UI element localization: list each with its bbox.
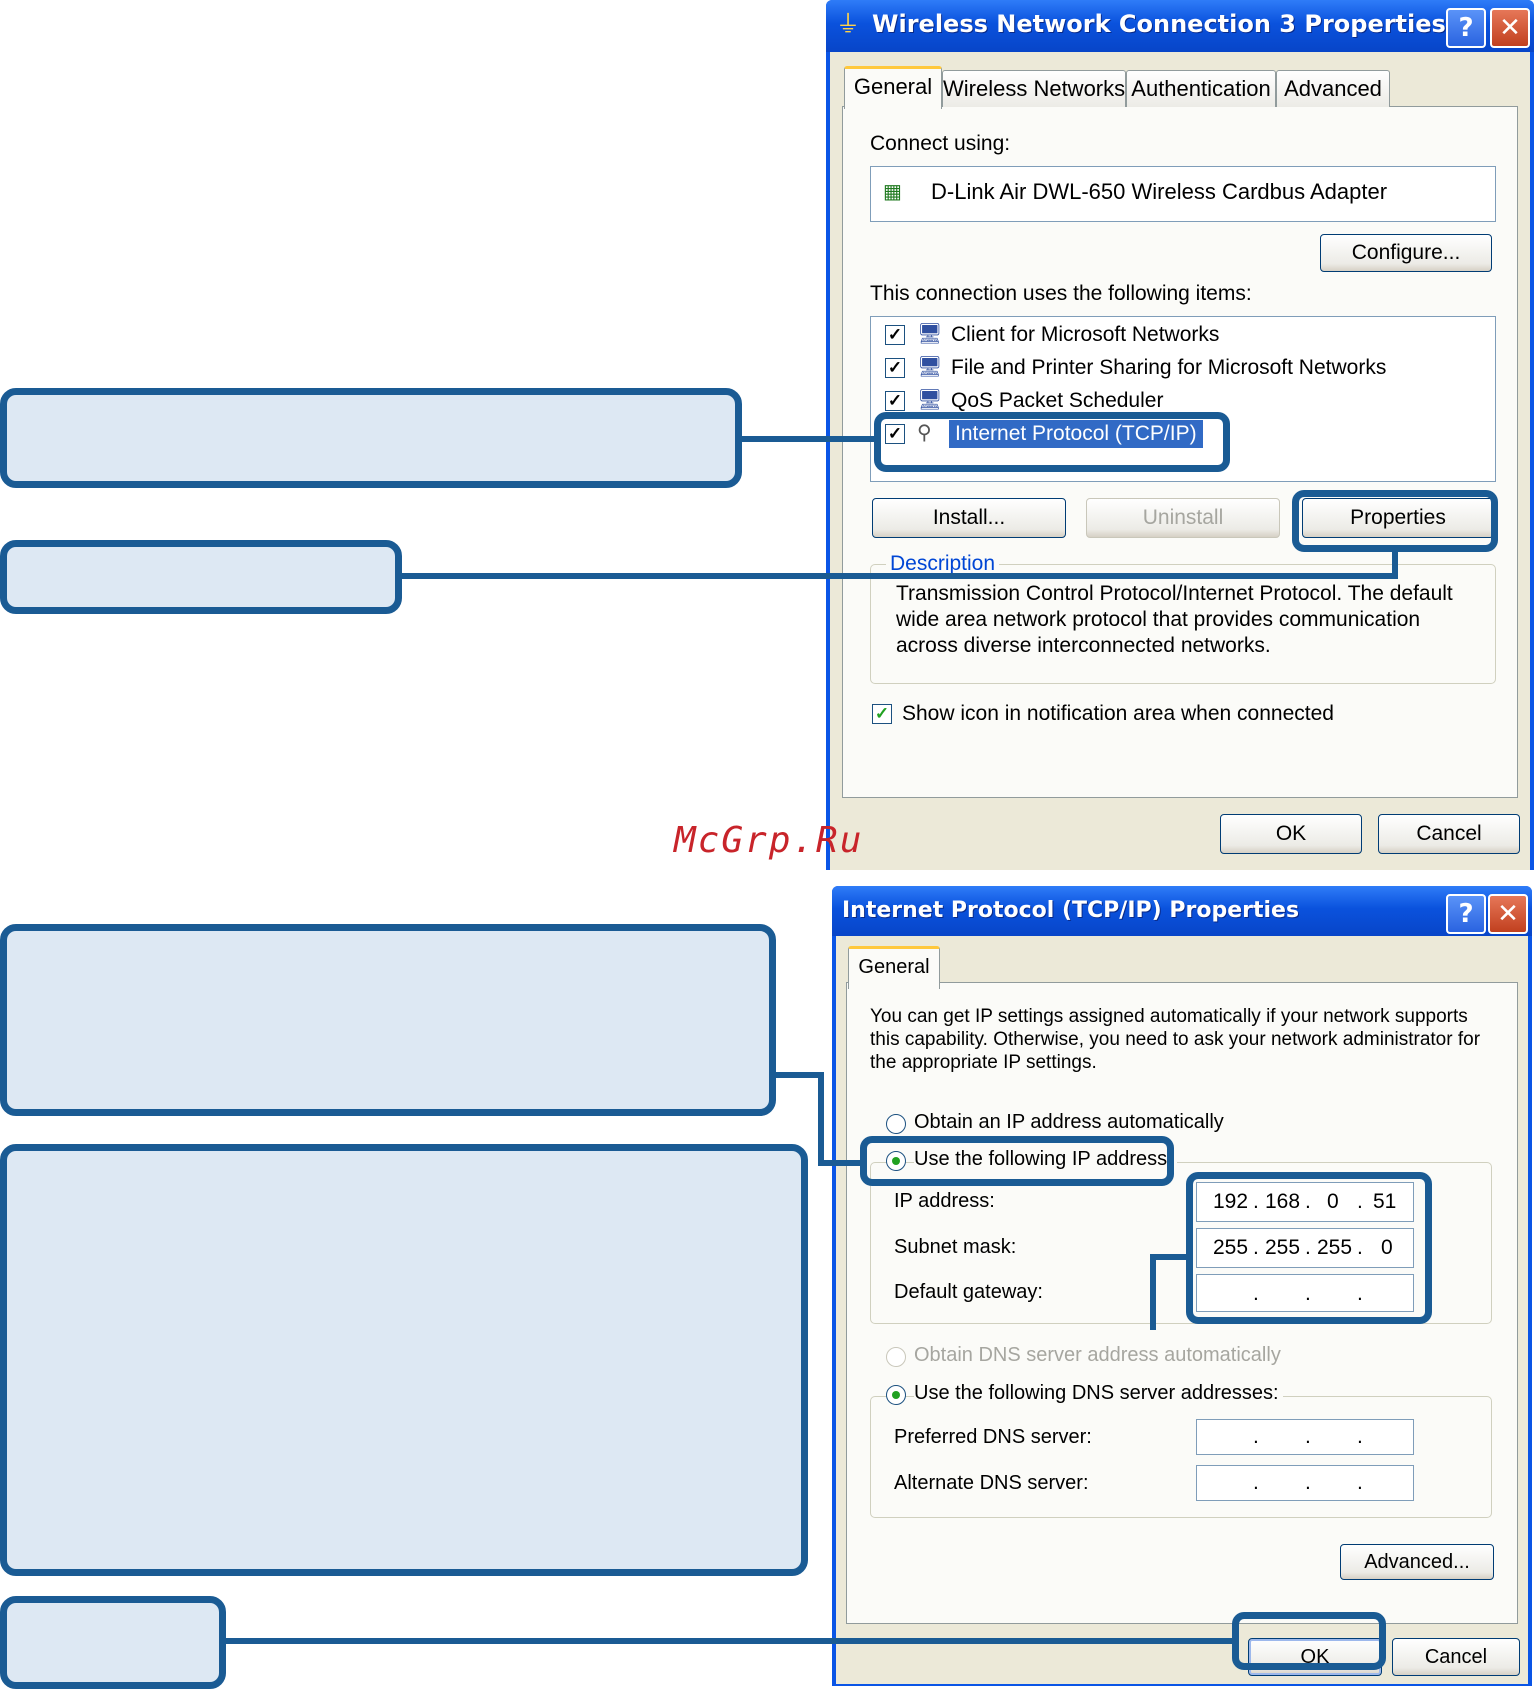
- list-item[interactable]: Client for Microsoft Networks: [951, 323, 1219, 347]
- show-icon-label: Show icon in notification area when conn…: [902, 702, 1334, 725]
- item-checkbox[interactable]: ✓: [885, 391, 905, 411]
- cancel-button[interactable]: Cancel: [1392, 1638, 1520, 1676]
- callout-box-ip-fields: [0, 1144, 808, 1576]
- connect-using-label: Connect using:: [870, 132, 1011, 155]
- client-network-icon: 🖥: [917, 323, 943, 345]
- callout-connector: [740, 436, 880, 442]
- network-connection-icon: ⏚: [836, 11, 860, 38]
- help-button[interactable]: ?: [1446, 894, 1486, 934]
- watermark: McGrp.Ru: [674, 820, 864, 861]
- callout-connector: [1150, 1254, 1156, 1330]
- use-following-dns-label: Use the following DNS server addresses:: [914, 1382, 1283, 1405]
- intro-text-line: You can get IP settings assigned automat…: [870, 1006, 1468, 1027]
- list-item[interactable]: QoS Packet Scheduler: [951, 389, 1163, 413]
- use-following-dns-radio[interactable]: [886, 1385, 906, 1405]
- uninstall-button: Uninstall: [1086, 498, 1280, 538]
- ok-button[interactable]: OK: [1220, 814, 1362, 854]
- callout-box-use-ip: [0, 924, 776, 1116]
- item-checkbox[interactable]: ✓: [885, 325, 905, 345]
- items-label: This connection uses the following items…: [870, 282, 1252, 305]
- close-button[interactable]: ✕: [1488, 894, 1528, 934]
- dialog-title: Wireless Network Connection 3 Properties: [872, 10, 1446, 38]
- obtain-ip-auto-radio[interactable]: [886, 1114, 906, 1134]
- file-sharing-icon: 🖥: [917, 356, 943, 378]
- subnet-mask-label: Subnet mask:: [894, 1236, 1017, 1258]
- highlight-ip-fields: [1186, 1172, 1432, 1324]
- network-adapter-icon: ▦: [883, 181, 902, 203]
- obtain-dns-auto-radio: [886, 1347, 906, 1367]
- callout-connector: [400, 573, 1398, 579]
- callout-connector: [1150, 1254, 1190, 1260]
- highlight-ok-button: [1232, 1612, 1386, 1670]
- help-button[interactable]: ?: [1446, 8, 1486, 48]
- callout-box-tcpip: [0, 388, 742, 488]
- ip-dot: .: [1357, 1471, 1363, 1494]
- description-text-line: Transmission Control Protocol/Internet P…: [896, 582, 1453, 605]
- tab-authentication[interactable]: Authentication: [1126, 70, 1276, 107]
- tab-wireless-networks[interactable]: Wireless Networks: [942, 70, 1126, 107]
- alternate-dns-label: Alternate DNS server:: [894, 1472, 1089, 1494]
- adapter-name: D-Link Air DWL-650 Wireless Cardbus Adap…: [931, 179, 1388, 204]
- intro-text-line: the appropriate IP settings.: [870, 1052, 1097, 1073]
- description-text-line: across diverse interconnected networks.: [896, 634, 1271, 657]
- callout-box-ok: [0, 1596, 226, 1689]
- dialog-title: Internet Protocol (TCP/IP) Properties: [842, 898, 1300, 923]
- configure-button[interactable]: Configure...: [1320, 234, 1492, 272]
- default-gateway-label: Default gateway:: [894, 1281, 1043, 1303]
- item-checkbox[interactable]: ✓: [885, 358, 905, 378]
- qos-scheduler-icon: 🖥: [917, 389, 943, 411]
- preferred-dns-field[interactable]: . . .: [1196, 1419, 1414, 1455]
- list-item[interactable]: File and Printer Sharing for Microsoft N…: [951, 356, 1386, 380]
- advanced-button[interactable]: Advanced...: [1340, 1544, 1494, 1580]
- callout-connector: [818, 1072, 824, 1166]
- callout-connector: [774, 1072, 824, 1078]
- highlight-use-ip-radio: [860, 1136, 1174, 1186]
- callout-connector: [224, 1638, 1236, 1644]
- preferred-dns-label: Preferred DNS server:: [894, 1426, 1092, 1448]
- callout-connector: [1392, 550, 1398, 579]
- close-button[interactable]: ✕: [1490, 8, 1530, 48]
- ip-address-label: IP address:: [894, 1190, 995, 1212]
- tab-general[interactable]: General: [848, 946, 940, 989]
- intro-text-line: this capability. Otherwise, you need to …: [870, 1029, 1481, 1050]
- callout-box-properties: [0, 540, 402, 614]
- adapter-box: ▦ D-Link Air DWL-650 Wireless Cardbus Ad…: [870, 166, 1496, 222]
- description-text-line: wide area network protocol that provides…: [896, 608, 1421, 631]
- show-icon-checkbox[interactable]: ✓: [872, 704, 892, 724]
- dialog-title-bar[interactable]: Internet Protocol (TCP/IP) Properties ? …: [832, 886, 1532, 936]
- ip-dot: .: [1357, 1425, 1363, 1448]
- ip-dot: .: [1305, 1471, 1311, 1494]
- dialog-title-bar[interactable]: ⏚ Wireless Network Connection 3 Properti…: [826, 0, 1534, 52]
- highlight-properties-button: [1292, 490, 1498, 552]
- cancel-button[interactable]: Cancel: [1378, 814, 1520, 854]
- tab-general[interactable]: General: [844, 66, 942, 109]
- install-button[interactable]: Install...: [872, 498, 1066, 538]
- obtain-dns-auto-label: Obtain DNS server address automatically: [914, 1344, 1281, 1366]
- ip-dot: .: [1253, 1471, 1259, 1494]
- alternate-dns-field[interactable]: . . .: [1196, 1465, 1414, 1501]
- ip-dot: .: [1305, 1425, 1311, 1448]
- highlight-tcpip-item: [874, 412, 1230, 472]
- callout-connector: [818, 1160, 864, 1166]
- obtain-ip-auto-label: Obtain an IP address automatically: [914, 1111, 1224, 1133]
- ip-dot: .: [1253, 1425, 1259, 1448]
- tab-advanced[interactable]: Advanced: [1276, 70, 1390, 107]
